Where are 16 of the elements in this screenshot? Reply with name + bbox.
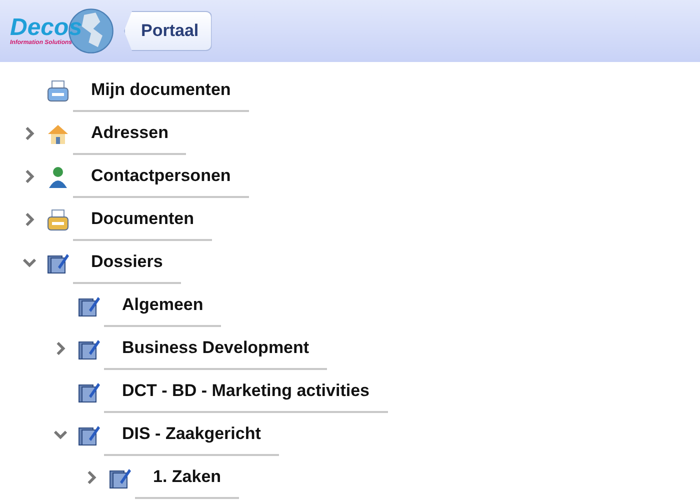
tree-item[interactable]: Dossiers	[73, 241, 181, 284]
tree-item[interactable]: DIS - Zaakgericht	[104, 413, 279, 456]
person-icon	[46, 164, 70, 188]
tree-item[interactable]: Adressen	[73, 112, 186, 155]
tree-item[interactable]: Contactpersonen	[73, 155, 249, 198]
tree-item[interactable]: Documenten	[73, 198, 212, 241]
back-button[interactable]: Portaal	[124, 11, 212, 51]
tree-item[interactable]: Business Development	[104, 327, 328, 370]
tree-item[interactable]: DCT - BD - Marketing activities	[104, 370, 388, 413]
chevron-down-icon[interactable]	[22, 256, 36, 269]
tree-item[interactable]: 1. Zaken	[135, 456, 240, 499]
chevron-down-icon[interactable]	[54, 428, 66, 441]
tree-item[interactable]: Algemeen	[104, 284, 222, 327]
tree-item[interactable]: Mijn documenten	[73, 69, 249, 112]
printer-icon	[46, 208, 70, 232]
printer-icon	[46, 78, 70, 102]
